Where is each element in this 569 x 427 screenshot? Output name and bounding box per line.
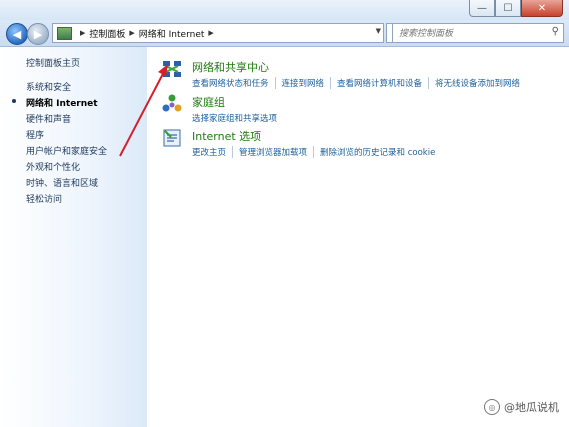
chevron-right-icon: ▶ [80, 29, 86, 37]
chevron-right-icon[interactable]: ▶ [208, 29, 213, 37]
link-connect-to-network[interactable]: 连接到网络 [282, 77, 332, 89]
link-view-network-status[interactable]: 查看网络状态和任务 [192, 77, 276, 89]
category-internet-options: Internet 选项 更改主页 管理浏览器加载项 删除浏览的历史记录和 coo… [162, 128, 447, 158]
sidebar-item-user-accounts[interactable]: 用户帐户和家庭安全 [26, 144, 107, 157]
control-panel-icon [57, 26, 72, 40]
category-links: 选择家庭组和共享选项 [192, 112, 289, 124]
search-box[interactable]: ⚲ [392, 23, 564, 43]
sidebar-item-hardware-sound[interactable]: 硬件和声音 [26, 112, 71, 125]
watermark-text: @地瓜说机 [504, 401, 559, 414]
sidebar-item-appearance[interactable]: 外观和个性化 [26, 160, 80, 173]
category-links: 更改主页 管理浏览器加载项 删除浏览的历史记录和 cookie [192, 146, 447, 158]
category-homegroup: 家庭组 选择家庭组和共享选项 [162, 94, 289, 124]
link-delete-history-cookies[interactable]: 删除浏览的历史记录和 cookie [320, 146, 441, 158]
chevron-down-icon[interactable]: ▼ [376, 27, 381, 35]
breadcrumb: ▶ 控制面板 ▶ 网络和 Internet ▶ [76, 27, 218, 40]
link-homegroup-sharing-options[interactable]: 选择家庭组和共享选项 [192, 112, 283, 124]
forward-button[interactable]: ▶ [27, 23, 49, 45]
sidebar-item-system-security[interactable]: 系统和安全 [26, 80, 71, 93]
category-title-internet-options[interactable]: Internet 选项 [192, 128, 447, 144]
main-content: 网络和共享中心 查看网络状态和任务 连接到网络 查看网络计算机和设备 将无线设备… [148, 47, 569, 427]
link-view-network-computers[interactable]: 查看网络计算机和设备 [337, 77, 430, 89]
category-network-sharing-center: 网络和共享中心 查看网络状态和任务 连接到网络 查看网络计算机和设备 将无线设备… [162, 59, 532, 89]
category-title-network-sharing-center[interactable]: 网络和共享中心 [192, 59, 532, 75]
address-bar[interactable]: ▶ 控制面板 ▶ 网络和 Internet ▶ ▼ [52, 23, 384, 43]
breadcrumb-control-panel[interactable]: 控制面板 [89, 27, 125, 40]
title-bar: — ☐ ✕ [0, 0, 569, 20]
close-button[interactable]: ✕ [521, 0, 563, 17]
current-item-bullet [12, 99, 16, 103]
link-manage-addons[interactable]: 管理浏览器加载项 [239, 146, 315, 158]
search-icon[interactable]: ⚲ [552, 26, 559, 37]
window-controls: — ☐ ✕ [469, 0, 563, 17]
breadcrumb-network-internet[interactable]: 网络和 Internet [139, 27, 205, 40]
navigation-bar: ◀ ▶ ▶ 控制面板 ▶ 网络和 Internet ▶ ▼ ↻ ⚲ [0, 20, 569, 47]
back-button[interactable]: ◀ [6, 23, 28, 45]
sidebar-item-programs[interactable]: 程序 [26, 128, 44, 141]
chevron-right-icon[interactable]: ▶ [129, 29, 134, 37]
sidebar-item-clock-language[interactable]: 时钟、语言和区域 [26, 176, 98, 189]
sidebar-item-network-internet: 网络和 Internet [26, 99, 98, 109]
category-links: 查看网络状态和任务 连接到网络 查看网络计算机和设备 将无线设备添加到网络 [192, 77, 532, 89]
link-change-homepage[interactable]: 更改主页 [192, 146, 234, 158]
link-add-wireless-device[interactable]: 将无线设备添加到网络 [435, 77, 526, 89]
watermark: ◎ @地瓜说机 [484, 399, 559, 415]
watermark-logo-icon: ◎ [484, 399, 500, 415]
annotation-arrow [119, 64, 168, 157]
search-input[interactable] [397, 26, 541, 41]
maximize-button[interactable]: ☐ [495, 0, 521, 17]
category-title-homegroup[interactable]: 家庭组 [192, 94, 289, 110]
sidebar-item-ease-of-access[interactable]: 轻松访问 [26, 192, 62, 205]
minimize-button[interactable]: — [469, 0, 495, 17]
sidebar-item-home[interactable]: 控制面板主页 [26, 56, 80, 69]
